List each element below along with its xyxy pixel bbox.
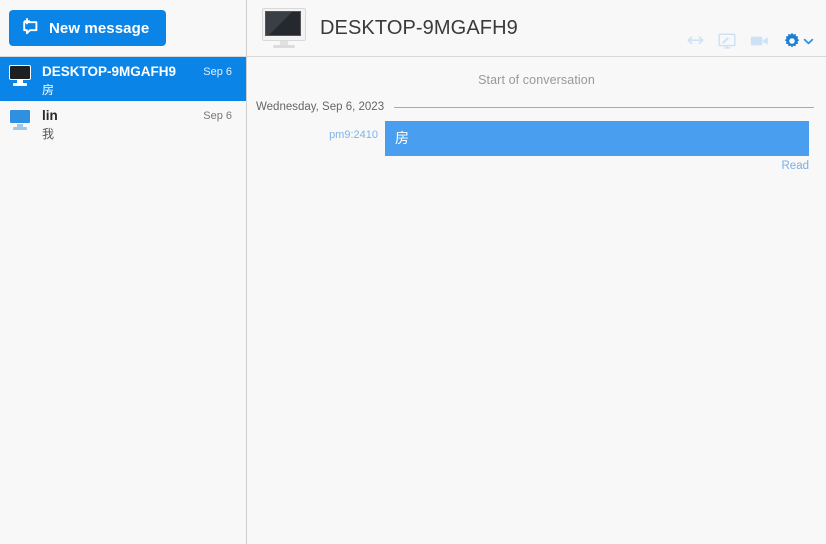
conversation-name: lin: [42, 108, 58, 123]
conversation-header: DESKTOP-9MGAFH9: [247, 0, 826, 57]
sidebar: New message DESKTOP-9MGAFH9 房 Sep 6 lin …: [0, 0, 247, 544]
conversation-preview: 房: [42, 83, 55, 97]
gear-icon: [783, 32, 801, 50]
app-window: New message DESKTOP-9MGAFH9 房 Sep 6 lin …: [0, 0, 826, 544]
start-of-conversation-label: Start of conversation: [478, 73, 595, 87]
date-separator-label: Wednesday, Sep 6, 2023: [256, 101, 385, 113]
message-timestamp: pm9:2410: [329, 129, 378, 141]
conversation-pane: Start of conversation Wednesday, Sep 6, …: [247, 57, 826, 544]
conversation-date: Sep 6: [203, 66, 232, 78]
conversation-name: DESKTOP-9MGAFH9: [42, 64, 177, 79]
video-camera-icon[interactable]: [750, 34, 769, 48]
message-read-status: Read: [781, 160, 810, 172]
left-right-arrow-icon[interactable]: [687, 34, 704, 49]
settings-menu-button[interactable]: [783, 32, 814, 50]
monitor-icon: [262, 8, 306, 48]
message-bubble[interactable]: 房: [385, 121, 809, 156]
date-separator: Wednesday, Sep 6, 2023: [247, 101, 826, 113]
header-action-bar: [687, 32, 814, 50]
date-separator-line: [394, 106, 814, 108]
conversation-list-item-desktop[interactable]: DESKTOP-9MGAFH9 房 Sep 6: [0, 57, 246, 101]
conversation-date: Sep 6: [203, 110, 232, 122]
message-row: pm9:2410 房 Read: [247, 121, 826, 172]
sidebar-header: New message: [0, 0, 246, 57]
conversation-preview: 我: [42, 127, 55, 141]
new-message-bubble-icon: [21, 17, 40, 40]
conversation-list[interactable]: DESKTOP-9MGAFH9 房 Sep 6 lin 我 Sep 6: [0, 57, 246, 544]
chevron-down-icon: [803, 37, 814, 46]
monitor-blue-icon: [8, 109, 32, 131]
monitor-dark-icon: [8, 65, 32, 87]
page-title: DESKTOP-9MGAFH9: [320, 17, 518, 39]
main-panel: DESKTOP-9MGAFH9 Start of conversation We…: [247, 0, 826, 544]
new-message-button-label: New message: [49, 19, 150, 37]
new-message-button[interactable]: New message: [9, 10, 167, 46]
conversation-list-item-lin[interactable]: lin 我 Sep 6: [0, 101, 246, 145]
monitor-pen-icon[interactable]: [718, 32, 736, 50]
